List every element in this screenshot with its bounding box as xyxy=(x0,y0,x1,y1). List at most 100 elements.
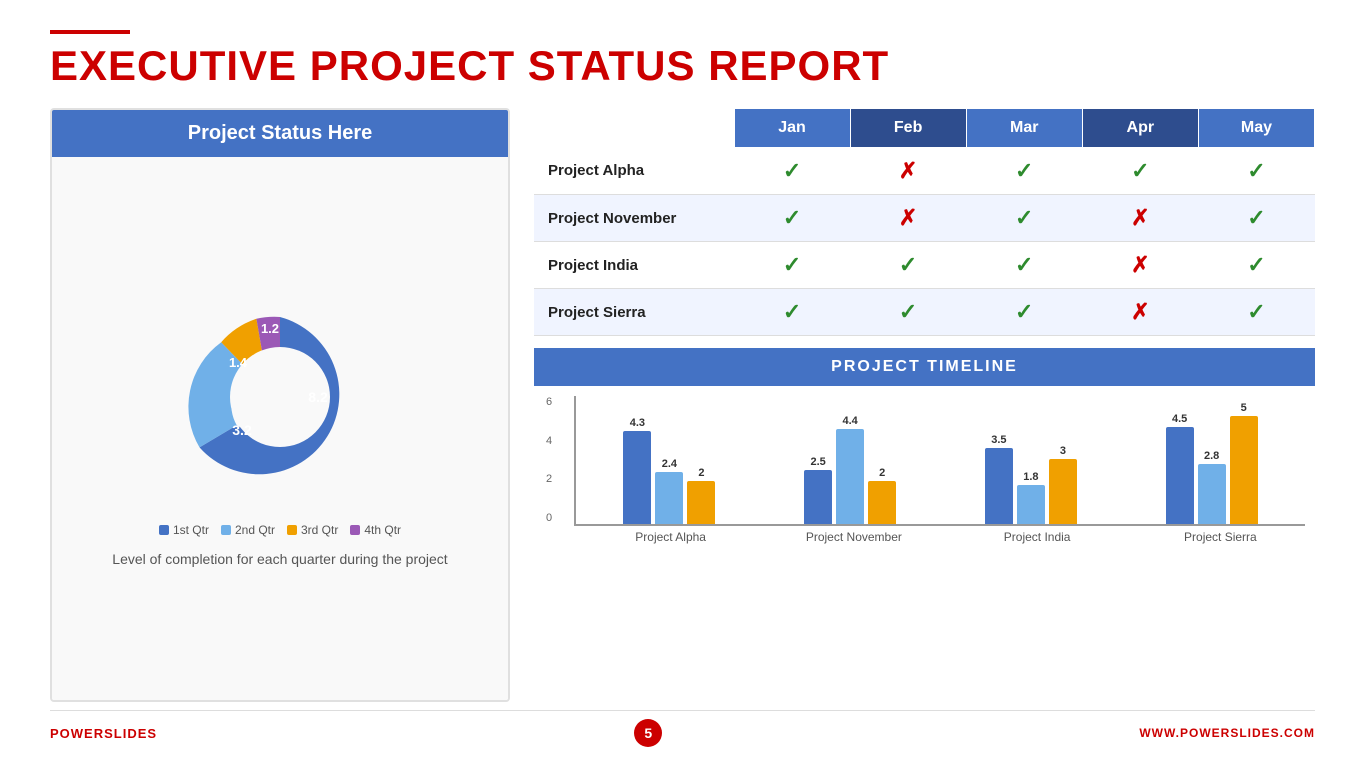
donut-chart: 8.2 3.2 1.4 1.2 xyxy=(170,287,390,507)
main-content: Project Status Here xyxy=(50,108,1315,702)
legend-dot-2qtr xyxy=(221,525,231,535)
x-label-india: Project India xyxy=(953,530,1122,544)
bar-sierra-blue xyxy=(1166,427,1194,524)
bar-wrap: 4.5 xyxy=(1166,413,1194,524)
status-nov-may: ✓ xyxy=(1198,195,1314,242)
status-india-apr: ✗ xyxy=(1082,242,1198,289)
x-labels: Project Alpha Project November Project I… xyxy=(586,530,1305,544)
bar-wrap: 2.5 xyxy=(804,456,832,524)
bar-group-sierra: 4.5 2.8 5 xyxy=(1128,402,1295,524)
bar-val: 2 xyxy=(698,467,704,479)
title-part2: STATUS REPORT xyxy=(528,42,889,89)
table-row: Project November ✓ ✗ ✓ ✗ ✓ xyxy=(534,195,1315,242)
footer-website: WWW.POWERSLIDES.COM xyxy=(1139,726,1315,740)
chart-area: 6 4 2 0 4.3 2.4 xyxy=(534,386,1315,702)
legend-label-4qtr: 4th Qtr xyxy=(364,523,401,537)
status-india-mar: ✓ xyxy=(966,242,1082,289)
bar-wrap: 1.8 xyxy=(1017,471,1045,524)
bar-val: 2.5 xyxy=(810,456,825,468)
title-part1: EXECUTIVE PROJECT xyxy=(50,42,528,89)
bar-wrap: 4.4 xyxy=(836,415,864,524)
y-label-4: 4 xyxy=(546,435,552,447)
donut-svg: 8.2 3.2 1.4 1.2 xyxy=(170,287,390,507)
status-sierra-feb: ✓ xyxy=(850,289,966,336)
status-alpha-apr: ✓ xyxy=(1082,148,1198,195)
donut-legend: 1st Qtr 2nd Qtr 3rd Qtr 4th Qtr xyxy=(159,523,401,537)
status-nov-jan: ✓ xyxy=(734,195,850,242)
bar-sierra-orange xyxy=(1230,416,1258,524)
donut-label-4qtr: 1.2 xyxy=(261,321,279,336)
legend-item-4qtr: 4th Qtr xyxy=(350,523,401,537)
project-name-november: Project November xyxy=(534,195,734,242)
y-label-6: 6 xyxy=(546,396,552,408)
donut-description: Level of completion for each quarter dur… xyxy=(112,549,447,570)
month-feb: Feb xyxy=(850,109,966,148)
bar-chart: 4.3 2.4 2 xyxy=(574,396,1305,526)
bar-group-alpha: 4.3 2.4 2 xyxy=(586,417,753,524)
donut-label-2qtr: 3.2 xyxy=(232,422,252,438)
status-sierra-may: ✓ xyxy=(1198,289,1314,336)
month-jan: Jan xyxy=(734,109,850,148)
table-row: Project India ✓ ✓ ✓ ✗ ✓ xyxy=(534,242,1315,289)
status-sierra-apr: ✗ xyxy=(1082,289,1198,336)
bar-val: 4.4 xyxy=(842,415,857,427)
status-alpha-may: ✓ xyxy=(1198,148,1314,195)
brand-part2: SLIDES xyxy=(104,726,157,741)
project-name-alpha: Project Alpha xyxy=(534,148,734,195)
status-india-feb: ✓ xyxy=(850,242,966,289)
bar-india-blue xyxy=(985,448,1013,524)
bar-alpha-blue xyxy=(623,431,651,524)
bar-wrap: 3 xyxy=(1049,445,1077,524)
bar-val: 4.3 xyxy=(630,417,645,429)
bar-alpha-orange xyxy=(687,481,715,524)
status-sierra-mar: ✓ xyxy=(966,289,1082,336)
status-india-may: ✓ xyxy=(1198,242,1314,289)
bar-val: 5 xyxy=(1241,402,1247,414)
page-title: EXECUTIVE PROJECT STATUS REPORT xyxy=(50,42,1315,90)
table-header-row: Jan Feb Mar Apr May xyxy=(534,109,1315,148)
bar-group-november: 2.5 4.4 2 xyxy=(767,415,934,524)
empty-header xyxy=(534,109,734,148)
left-panel-body: 8.2 3.2 1.4 1.2 1st Qtr 2nd Qtr xyxy=(52,157,508,700)
x-label-sierra: Project Sierra xyxy=(1136,530,1305,544)
month-may: May xyxy=(1198,109,1314,148)
bar-wrap: 3.5 xyxy=(985,434,1013,524)
legend-label-3qtr: 3rd Qtr xyxy=(301,523,338,537)
bar-val: 2.8 xyxy=(1204,450,1219,462)
donut-label-3qtr: 1.4 xyxy=(229,355,248,370)
bar-val: 3 xyxy=(1060,445,1066,457)
status-alpha-feb: ✗ xyxy=(850,148,966,195)
legend-label-1qtr: 1st Qtr xyxy=(173,523,209,537)
month-mar: Mar xyxy=(966,109,1082,148)
bar-wrap: 2 xyxy=(687,467,715,524)
bar-wrap: 5 xyxy=(1230,402,1258,524)
bar-val: 2 xyxy=(879,467,885,479)
x-label-alpha: Project Alpha xyxy=(586,530,755,544)
y-label-0: 0 xyxy=(546,512,552,524)
bar-alpha-lblue xyxy=(655,472,683,524)
header-line xyxy=(50,30,130,34)
legend-item-2qtr: 2nd Qtr xyxy=(221,523,275,537)
right-panel: Jan Feb Mar Apr May Project Alpha ✓ ✗ ✓ … xyxy=(534,108,1315,702)
bar-val: 4.5 xyxy=(1172,413,1187,425)
status-table: Jan Feb Mar Apr May Project Alpha ✓ ✗ ✓ … xyxy=(534,108,1315,336)
status-nov-apr: ✗ xyxy=(1082,195,1198,242)
bar-group-india: 3.5 1.8 3 xyxy=(948,434,1115,524)
bar-val: 3.5 xyxy=(991,434,1006,446)
bar-wrap: 2.8 xyxy=(1198,450,1226,524)
status-nov-feb: ✗ xyxy=(850,195,966,242)
status-sierra-jan: ✓ xyxy=(734,289,850,336)
month-apr: Apr xyxy=(1082,109,1198,148)
status-india-jan: ✓ xyxy=(734,242,850,289)
bar-val: 2.4 xyxy=(662,458,677,470)
bar-wrap: 4.3 xyxy=(623,417,651,524)
legend-item-3qtr: 3rd Qtr xyxy=(287,523,338,537)
bar-wrap: 2 xyxy=(868,467,896,524)
left-panel: Project Status Here xyxy=(50,108,510,702)
bar-india-orange xyxy=(1049,459,1077,524)
bar-nov-orange xyxy=(868,481,896,524)
left-panel-header: Project Status Here xyxy=(52,110,508,157)
legend-label-2qtr: 2nd Qtr xyxy=(235,523,275,537)
timeline-header: PROJECT TIMELINE xyxy=(534,348,1315,386)
table-row: Project Alpha ✓ ✗ ✓ ✓ ✓ xyxy=(534,148,1315,195)
